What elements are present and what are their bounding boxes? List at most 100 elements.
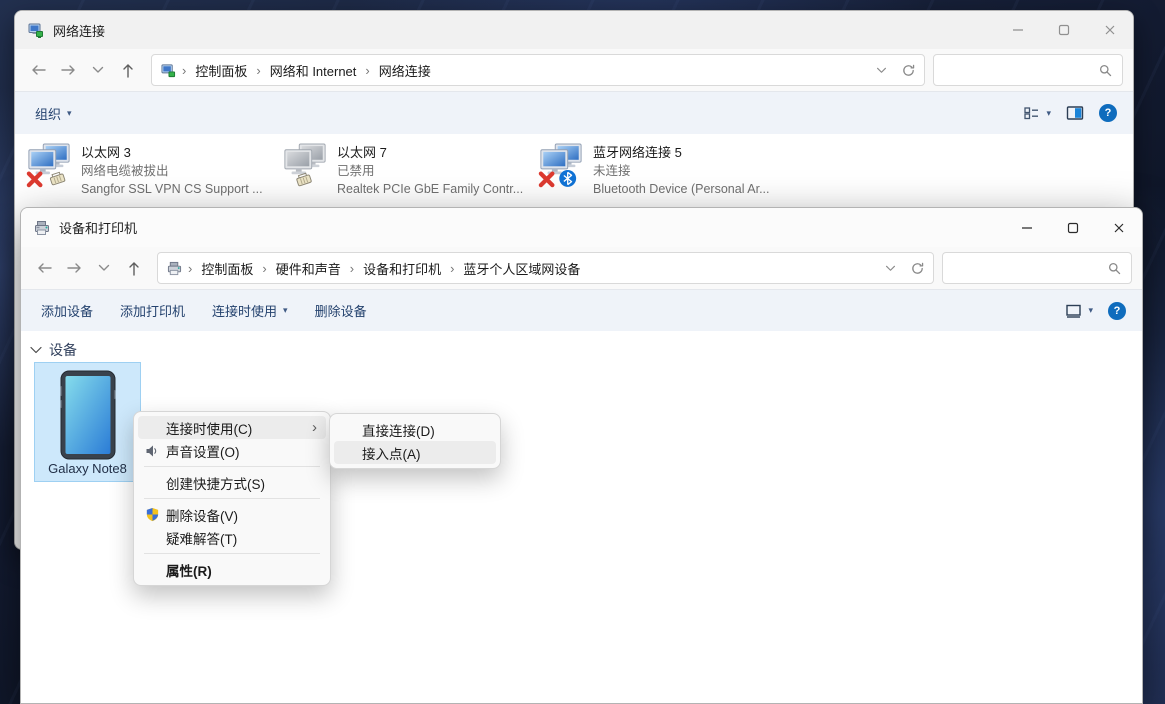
smartphone-icon bbox=[60, 370, 116, 460]
add-device-button[interactable]: 添加设备 bbox=[41, 301, 93, 320]
window2-addressbar: › 控制面板 › 硬件和声音 › 设备和打印机 › 蓝牙个人区域网设备 bbox=[21, 247, 1142, 289]
adapter-device: Bluetooth Device (Personal Ar... bbox=[593, 180, 769, 198]
search-icon bbox=[1098, 63, 1113, 78]
window2-commandbar: 添加设备 添加打印机 连接时使用 ▾ 删除设备 ▾ ? bbox=[21, 289, 1142, 331]
search-input[interactable] bbox=[952, 261, 1107, 276]
window1-searchbox bbox=[933, 54, 1123, 86]
adapter-status: 网络电缆被拔出 bbox=[81, 162, 263, 180]
connect-using-submenu: 直接连接(D) 接入点(A) bbox=[329, 413, 501, 469]
crumb-devices-printers[interactable]: 设备和打印机 bbox=[360, 259, 444, 278]
close-button[interactable] bbox=[1096, 208, 1142, 247]
back-button[interactable] bbox=[23, 55, 53, 85]
crumb-network-internet[interactable]: 网络和 Internet bbox=[267, 61, 360, 80]
recent-locations-button[interactable] bbox=[83, 55, 113, 85]
device-context-menu: 连接时使用(C) › 声音设置(O) 创建快捷方式(S) bbox=[133, 411, 331, 586]
minimize-button[interactable] bbox=[995, 11, 1041, 49]
adapter-name: 以太网 3 bbox=[81, 144, 263, 162]
remove-device-button[interactable]: 删除设备 bbox=[315, 301, 367, 320]
caret-down-icon: ▾ bbox=[283, 305, 288, 316]
menu-item-remove-device[interactable]: 删除设备(V) bbox=[138, 503, 326, 526]
window1-breadcrumb: › 控制面板 › 网络和 Internet › 网络连接 bbox=[151, 54, 925, 86]
help-button[interactable]: ? bbox=[1099, 104, 1117, 122]
window1-commandbar: 组织 ▾ ▾ bbox=[15, 91, 1133, 134]
preview-pane-button[interactable] bbox=[1066, 105, 1084, 121]
adapter-ethernet7[interactable]: 以太网 7 已禁用 Realtek PCIe GbE Family Contr.… bbox=[282, 141, 538, 198]
up-button[interactable] bbox=[119, 253, 149, 283]
crumb-separator: › bbox=[256, 261, 272, 276]
window1-addressbar: › 控制面板 › 网络和 Internet › 网络连接 bbox=[15, 49, 1133, 91]
forward-button[interactable] bbox=[53, 55, 83, 85]
window1-controls bbox=[995, 11, 1133, 49]
caret-down-icon: ▾ bbox=[67, 108, 72, 119]
network-connections-icon bbox=[28, 22, 44, 38]
organize-button[interactable]: 组织 ▾ bbox=[35, 104, 72, 123]
address-dropdown-icon[interactable] bbox=[876, 67, 887, 74]
help-button[interactable]: ? bbox=[1108, 302, 1126, 320]
window1-titlebar: 网络连接 bbox=[15, 11, 1133, 49]
adapter-bluetooth5[interactable]: 蓝牙网络连接 5 未连接 Bluetooth Device (Personal … bbox=[538, 141, 794, 198]
maximize-button[interactable] bbox=[1050, 208, 1096, 247]
change-view-button[interactable]: ▾ bbox=[1065, 303, 1093, 319]
crumb-separator: › bbox=[344, 261, 360, 276]
window2-breadcrumb: › 控制面板 › 硬件和声音 › 设备和打印机 › 蓝牙个人区域网设备 bbox=[157, 252, 934, 284]
menu-item-create-shortcut[interactable]: 创建快捷方式(S) bbox=[138, 471, 326, 494]
devices-section-header[interactable]: 设备 bbox=[30, 340, 77, 360]
add-printer-button[interactable]: 添加打印机 bbox=[120, 301, 185, 320]
desktop-wallpaper: 网络连接 bbox=[0, 0, 1165, 704]
menu-separator bbox=[144, 466, 320, 467]
connect-using-button[interactable]: 连接时使用 ▾ bbox=[212, 301, 288, 320]
adapter-status: 未连接 bbox=[593, 162, 769, 180]
crumb-separator: › bbox=[176, 63, 192, 78]
back-button[interactable] bbox=[29, 253, 59, 283]
up-button[interactable] bbox=[113, 55, 143, 85]
menu-item-connect-using[interactable]: 连接时使用(C) › bbox=[138, 416, 326, 439]
refresh-icon[interactable] bbox=[910, 261, 925, 276]
recent-locations-button[interactable] bbox=[89, 253, 119, 283]
device-name-label: Galaxy Note8 bbox=[48, 461, 127, 476]
adapter-ethernet3[interactable]: 以太网 3 网络电缆被拔出 Sangfor SSL VPN CS Support… bbox=[26, 141, 282, 198]
forward-button[interactable] bbox=[59, 253, 89, 283]
address-dropdown-icon[interactable] bbox=[885, 265, 896, 272]
crumb-separator: › bbox=[359, 63, 375, 78]
adapter-device: Sangfor SSL VPN CS Support ... bbox=[81, 180, 263, 198]
crumb-separator: › bbox=[182, 261, 198, 276]
devices-printers-icon bbox=[34, 220, 50, 236]
search-icon bbox=[1107, 261, 1122, 276]
network-connections-icon bbox=[161, 63, 176, 78]
window2-titlebar: 设备和打印机 bbox=[21, 208, 1142, 247]
crumb-separator: › bbox=[444, 261, 460, 276]
menu-item-troubleshoot[interactable]: 疑难解答(T) bbox=[138, 526, 326, 549]
adapter-status: 已禁用 bbox=[337, 162, 523, 180]
menu-separator bbox=[144, 553, 320, 554]
device-galaxy-note8[interactable]: Galaxy Note8 bbox=[34, 362, 141, 482]
crumb-bluetooth-pan-devices[interactable]: 蓝牙个人区域网设备 bbox=[460, 259, 583, 278]
crumb-network-connections[interactable]: 网络连接 bbox=[376, 61, 434, 80]
uac-shield-icon bbox=[144, 507, 160, 523]
crumb-hardware-sound[interactable]: 硬件和声音 bbox=[273, 259, 344, 278]
network-adapter-disabled-icon bbox=[282, 143, 328, 189]
search-input[interactable] bbox=[943, 63, 1098, 78]
adapter-name: 蓝牙网络连接 5 bbox=[593, 144, 769, 162]
devices-printers-icon bbox=[167, 261, 182, 276]
window1-title: 网络连接 bbox=[53, 21, 105, 40]
menu-item-sound-settings[interactable]: 声音设置(O) bbox=[138, 439, 326, 462]
maximize-button[interactable] bbox=[1041, 11, 1087, 49]
window2-title: 设备和打印机 bbox=[59, 218, 137, 237]
crumb-control-panel[interactable]: 控制面板 bbox=[198, 259, 256, 278]
caret-down-icon: ▾ bbox=[1088, 305, 1093, 316]
submenu-arrow-icon: › bbox=[312, 420, 317, 435]
caret-down-icon: ▾ bbox=[1046, 108, 1051, 119]
adapter-name: 以太网 7 bbox=[337, 144, 523, 162]
change-view-button[interactable]: ▾ bbox=[1023, 105, 1051, 121]
refresh-icon[interactable] bbox=[901, 63, 916, 78]
network-adapter-unplugged-icon bbox=[26, 143, 72, 189]
close-button[interactable] bbox=[1087, 11, 1133, 49]
minimize-button[interactable] bbox=[1004, 208, 1050, 247]
crumb-control-panel[interactable]: 控制面板 bbox=[192, 61, 250, 80]
submenu-item-access-point[interactable]: 接入点(A) bbox=[334, 441, 496, 464]
submenu-item-direct-connection[interactable]: 直接连接(D) bbox=[334, 418, 496, 441]
menu-item-properties[interactable]: 属性(R) bbox=[138, 558, 326, 581]
adapter-list: 以太网 3 网络电缆被拔出 Sangfor SSL VPN CS Support… bbox=[15, 134, 1133, 198]
adapter-device: Realtek PCIe GbE Family Contr... bbox=[337, 180, 523, 198]
menu-separator bbox=[144, 498, 320, 499]
